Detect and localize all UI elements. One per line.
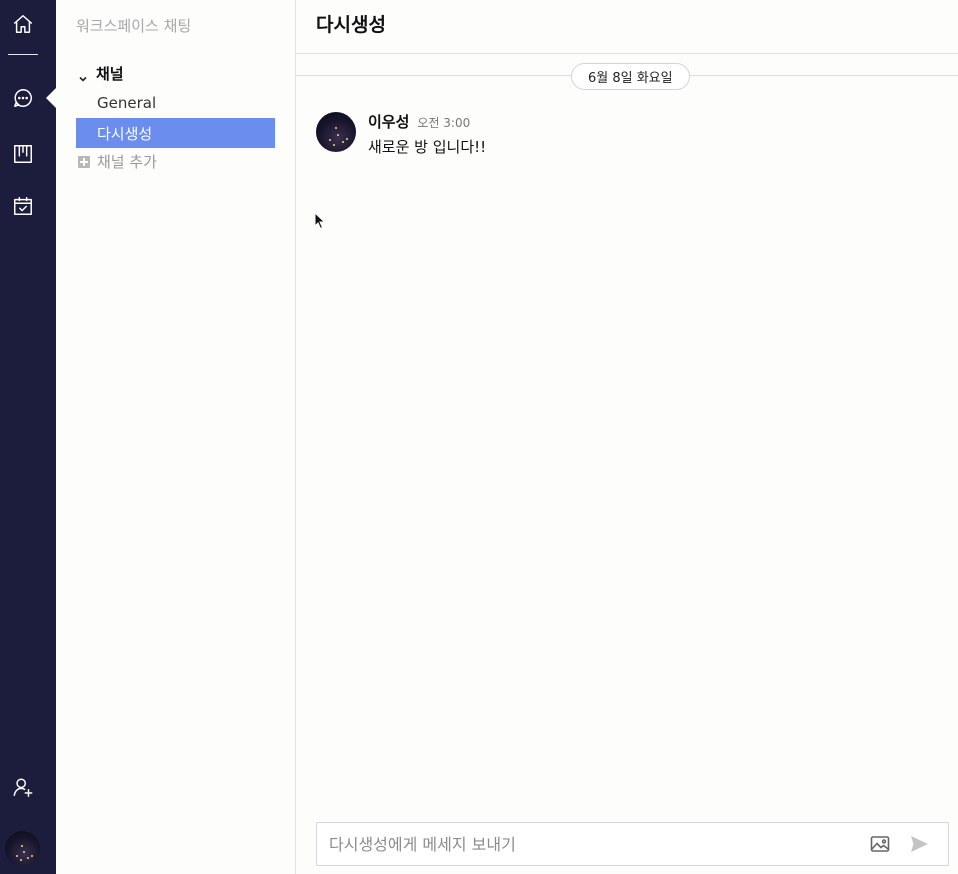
plus-icon (78, 155, 90, 168)
channel-item-active[interactable]: 다시생성 (76, 118, 275, 148)
invite-member-button[interactable] (0, 767, 46, 807)
message-composer (316, 822, 949, 866)
message-header: 이우성 오전 3:00 (368, 111, 470, 132)
date-divider-badge: 6월 8일 화요일 (571, 63, 690, 90)
channel-section-toggle[interactable]: 채널 (78, 63, 124, 84)
add-user-icon (13, 778, 33, 797)
message-avatar[interactable] (316, 112, 356, 152)
calendar-icon (14, 197, 32, 215)
channel-title: 다시생성 (316, 14, 386, 36)
mouse-pointer-icon (314, 212, 326, 230)
chevron-down-icon (78, 69, 88, 82)
home-icon (14, 15, 32, 33)
attach-image-button[interactable] (870, 835, 892, 855)
add-channel-label: 채널 추가 (97, 153, 157, 171)
app-rail (0, 0, 56, 874)
chat-panel: 다시생성 6월 8일 화요일 이우성 오전 3:00 새로운 방 입니다!! (296, 0, 958, 874)
send-icon (911, 836, 928, 852)
channel-item-general[interactable]: General (76, 88, 275, 118)
message-text: 새로운 방 입니다!! (368, 138, 487, 156)
workspace-title: 워크스페이스 채팅 (76, 17, 192, 35)
chat-button[interactable] (0, 78, 46, 118)
home-button[interactable] (0, 4, 46, 44)
message-input[interactable] (317, 823, 857, 865)
active-indicator (46, 88, 56, 108)
add-channel-button[interactable]: 채널 추가 (78, 151, 157, 172)
image-icon (870, 836, 890, 852)
calendar-button[interactable] (0, 186, 46, 226)
rail-divider (8, 54, 38, 55)
send-button[interactable] (909, 834, 931, 856)
my-profile-avatar[interactable] (5, 831, 40, 866)
header-divider (296, 53, 958, 54)
message-timestamp: 오전 3:00 (417, 116, 471, 130)
channel-sidebar: 워크스페이스 채팅 채널 General 다시생성 채널 추가 (56, 0, 296, 874)
board-button[interactable] (0, 134, 46, 174)
chat-icon (14, 89, 32, 107)
message-author[interactable]: 이우성 (368, 111, 409, 132)
channel-section-label: 채널 (96, 65, 124, 83)
board-icon (14, 145, 32, 163)
